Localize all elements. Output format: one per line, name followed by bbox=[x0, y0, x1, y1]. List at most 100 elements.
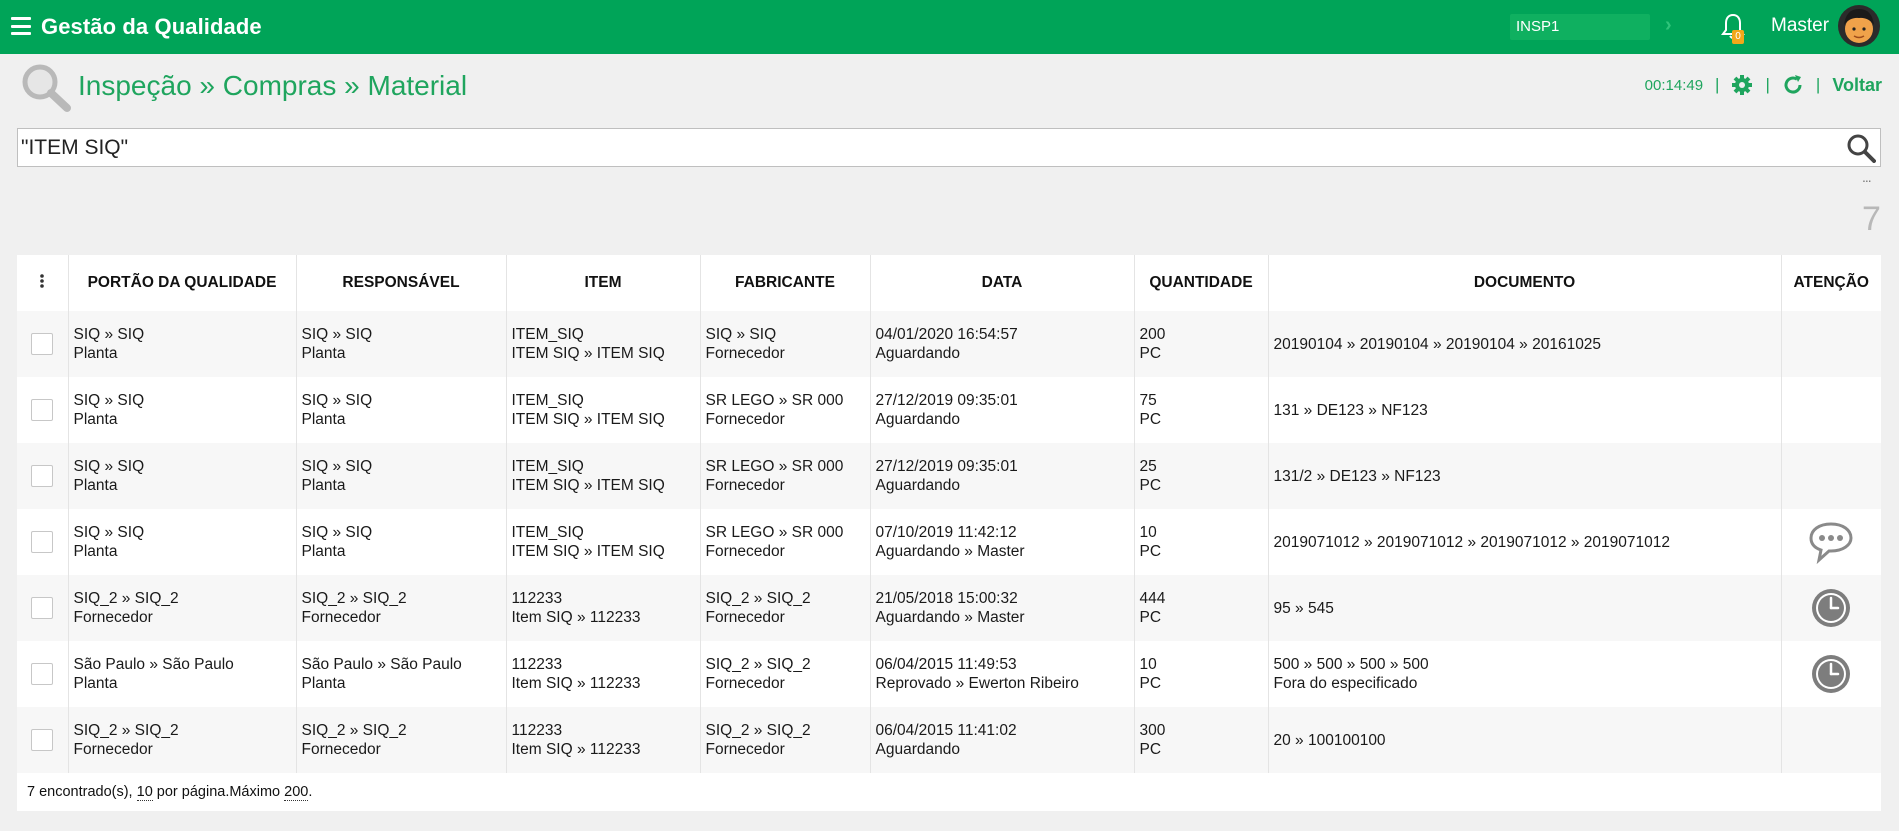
separator: | bbox=[1765, 75, 1770, 94]
more-options-icon[interactable]: ... bbox=[1862, 170, 1872, 184]
quantity-primary: 10 bbox=[1139, 524, 1157, 541]
clock-icon[interactable] bbox=[1807, 652, 1855, 696]
column-header[interactable]: PORTÃO DA QUALIDADE bbox=[68, 255, 297, 311]
quality-gate-cell: São Paulo » São Paulo Planta bbox=[68, 641, 297, 707]
item-secondary: Item SIQ » 112233 bbox=[511, 675, 641, 692]
column-header[interactable]: ITEM bbox=[506, 255, 701, 311]
date-status-primary: 06/04/2015 11:49:53 bbox=[875, 656, 1017, 673]
search-icon[interactable] bbox=[1846, 133, 1876, 163]
quantity-primary: 10 bbox=[1139, 656, 1157, 673]
column-header[interactable]: DOCUMENTO bbox=[1268, 255, 1782, 311]
column-header[interactable]: ATENÇÃO bbox=[1781, 255, 1881, 311]
quality-gate-cell: SIQ_2 » SIQ_2 Fornecedor bbox=[68, 575, 297, 641]
menu-icon[interactable] bbox=[11, 17, 31, 35]
quality-gate-cell: SIQ » SIQ Planta bbox=[68, 377, 297, 443]
gear-icon[interactable] bbox=[1731, 74, 1753, 96]
date-status-primary: 21/05/2018 15:00:32 bbox=[875, 590, 1018, 607]
column-menu[interactable] bbox=[17, 255, 69, 311]
item-cell: ITEM_SIQ ITEM SIQ » ITEM SIQ bbox=[506, 311, 701, 377]
quantity-primary: 25 bbox=[1139, 458, 1157, 475]
column-header[interactable]: DATA bbox=[870, 255, 1135, 311]
date-status-secondary: Aguardando » Master bbox=[875, 543, 1025, 560]
attention-cell bbox=[1781, 707, 1881, 773]
avatar[interactable] bbox=[1838, 5, 1880, 47]
quality-gate-cell: SIQ_2 » SIQ_2 Fornecedor bbox=[68, 707, 297, 773]
item-primary: 112233 bbox=[511, 590, 563, 607]
table-row[interactable]: São Paulo » São Paulo Planta São Paulo » S… bbox=[17, 641, 1881, 707]
document-cell: 500 » 500 » 500 » 500 Fora do especificad… bbox=[1268, 641, 1782, 707]
table-header: PORTÃO DA QUALIDADE RESPONSÁVEL ITEM FAB… bbox=[17, 255, 1881, 311]
chat-bubble-icon[interactable] bbox=[1807, 520, 1855, 565]
date-status-cell: 27/12/2019 09:35:01 Aguardando bbox=[870, 377, 1135, 443]
quantity-secondary: PC bbox=[1139, 345, 1162, 362]
document-cell: 131 » DE123 » NF123 bbox=[1268, 377, 1782, 443]
table-row[interactable]: SIQ_2 » SIQ_2 Fornecedor SIQ_2 » SIQ_2 Forn… bbox=[17, 575, 1881, 641]
manufacturer-cell: SR LEGO » SR 000 Fornecedor bbox=[700, 509, 871, 575]
row-checkbox[interactable] bbox=[31, 531, 54, 553]
column-header[interactable]: QUANTIDADE bbox=[1134, 255, 1269, 311]
workspace-selector[interactable]: INSP1 bbox=[1510, 14, 1650, 40]
table-row[interactable]: SIQ_2 » SIQ_2 Fornecedor SIQ_2 » SIQ_2 Forn… bbox=[17, 707, 1881, 773]
row-checkbox[interactable] bbox=[31, 333, 54, 355]
quantity-cell: 25 PC bbox=[1134, 443, 1269, 509]
search-input[interactable] bbox=[19, 130, 1839, 165]
responsible-primary: SIQ » SIQ bbox=[301, 458, 373, 475]
quality-gate-secondary: Fornecedor bbox=[73, 741, 153, 758]
session-timer: 00:14:49 bbox=[1644, 76, 1704, 94]
document-primary: 2019071012 » 2019071012 » 2019071012 » 2… bbox=[1273, 533, 1671, 551]
row-checkbox[interactable] bbox=[31, 465, 54, 487]
responsible-secondary: Planta bbox=[301, 411, 346, 428]
manufacturer-secondary: Fornecedor bbox=[705, 609, 785, 626]
responsible-cell: SIQ » SIQ Planta bbox=[296, 443, 507, 509]
document-cell: 2019071012 » 2019071012 » 2019071012 » 2… bbox=[1268, 509, 1782, 575]
quality-gate-secondary: Planta bbox=[73, 345, 118, 362]
quality-gate-secondary: Fornecedor bbox=[73, 609, 153, 626]
footer-end: . bbox=[308, 784, 313, 800]
table-row[interactable]: SIQ » SIQ Planta SIQ » SIQ Planta ITEM_SIQ IT… bbox=[17, 443, 1881, 509]
date-status-primary: 27/12/2019 09:35:01 bbox=[875, 392, 1018, 409]
row-checkbox[interactable] bbox=[31, 729, 54, 751]
quality-gate-primary: SIQ_2 » SIQ_2 bbox=[73, 722, 179, 739]
date-status-cell: 07/10/2019 11:42:12 Aguardando » Master bbox=[870, 509, 1135, 575]
quality-gate-primary: São Paulo » São Paulo bbox=[73, 656, 234, 673]
per-page-selector[interactable]: 10 bbox=[136, 784, 153, 801]
item-primary: ITEM_SIQ bbox=[511, 392, 584, 409]
row-checkbox[interactable] bbox=[31, 597, 54, 619]
user-name[interactable]: Master bbox=[1771, 15, 1829, 37]
item-secondary: ITEM SIQ » ITEM SIQ bbox=[511, 477, 665, 494]
date-status-secondary: Aguardando bbox=[875, 345, 960, 362]
quality-gate-primary: SIQ » SIQ bbox=[73, 326, 145, 343]
table-row[interactable]: SIQ » SIQ Planta SIQ » SIQ Planta ITEM_SIQ IT… bbox=[17, 377, 1881, 443]
row-checkbox[interactable] bbox=[31, 663, 54, 685]
quantity-primary: 75 bbox=[1139, 392, 1157, 409]
notification-badge: 0 bbox=[1732, 30, 1744, 44]
document-primary: 131/2 » DE123 » NF123 bbox=[1273, 467, 1441, 485]
table-row[interactable]: SIQ » SIQ Planta SIQ » SIQ Planta ITEM_SIQ IT… bbox=[17, 311, 1881, 377]
row-select-cell bbox=[17, 509, 69, 575]
quality-gate-cell: SIQ » SIQ Planta bbox=[68, 311, 297, 377]
back-link[interactable]: Voltar bbox=[1832, 75, 1882, 96]
quality-gate-primary: SIQ_2 » SIQ_2 bbox=[73, 590, 179, 607]
row-select-cell bbox=[17, 641, 69, 707]
vertical-dots-icon[interactable] bbox=[39, 273, 45, 289]
quantity-cell: 200 PC bbox=[1134, 311, 1269, 377]
item-cell: ITEM_SIQ ITEM SIQ » ITEM SIQ bbox=[506, 377, 701, 443]
responsible-cell: São Paulo » São Paulo Planta bbox=[296, 641, 507, 707]
manufacturer-secondary: Fornecedor bbox=[705, 345, 785, 362]
table-row[interactable]: SIQ » SIQ Planta SIQ » SIQ Planta ITEM_SIQ IT… bbox=[17, 509, 1881, 575]
max-selector[interactable]: 200 bbox=[284, 784, 309, 801]
quality-gate-secondary: Planta bbox=[73, 411, 118, 428]
chevron-right-icon[interactable]: › bbox=[1665, 14, 1672, 37]
date-status-cell: 06/04/2015 11:41:02 Aguardando bbox=[870, 707, 1135, 773]
clock-icon[interactable] bbox=[1807, 586, 1855, 630]
row-checkbox[interactable] bbox=[31, 399, 54, 421]
item-secondary: Item SIQ » 112233 bbox=[511, 741, 641, 758]
found-count: 7 encontrado(s), bbox=[27, 784, 137, 800]
quantity-cell: 10 PC bbox=[1134, 509, 1269, 575]
manufacturer-cell: SR LEGO » SR 000 Fornecedor bbox=[700, 377, 871, 443]
refresh-icon[interactable] bbox=[1782, 74, 1804, 96]
attention-cell bbox=[1781, 377, 1881, 443]
attention-cell bbox=[1781, 575, 1881, 641]
column-header[interactable]: FABRICANTE bbox=[700, 255, 871, 311]
column-header[interactable]: RESPONSÁVEL bbox=[296, 255, 507, 311]
